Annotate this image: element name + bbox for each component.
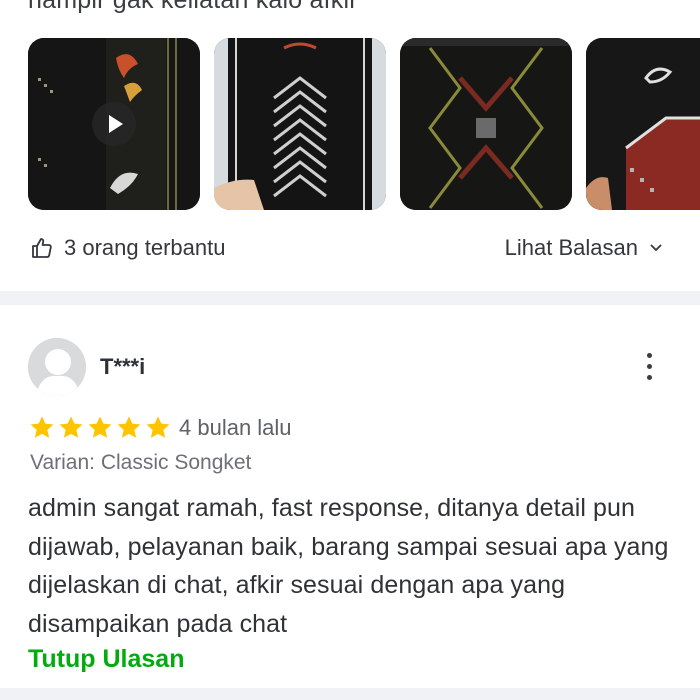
section-divider <box>0 688 700 700</box>
review-photo-thumbnail[interactable] <box>214 38 386 210</box>
review-video-thumbnail[interactable] <box>28 38 200 210</box>
rating-row: 4 bulan lalu <box>28 414 292 442</box>
play-icon[interactable] <box>92 102 136 146</box>
more-dot-icon <box>646 364 652 369</box>
collapse-review-button[interactable]: Tutup Ulasan <box>28 645 184 674</box>
helpful-count-label: 3 orang terbantu <box>64 235 226 260</box>
more-dot-icon <box>646 375 652 380</box>
star-icon <box>88 416 112 438</box>
review-text: admin sangat ramah, fast response, ditan… <box>28 494 669 638</box>
star-icon <box>59 416 83 438</box>
more-dot-icon <box>646 353 652 358</box>
see-replies-label: Lihat Balasan <box>504 235 638 260</box>
star-icon <box>30 416 54 438</box>
review-media-strip <box>28 38 700 210</box>
default-user-icon <box>28 338 86 396</box>
chevron-down-icon <box>650 244 662 252</box>
section-divider <box>0 291 700 305</box>
star-icon <box>146 416 170 438</box>
review-photo-thumbnail[interactable] <box>586 38 700 210</box>
review-time: 4 bulan lalu <box>179 415 292 440</box>
previous-review-text: hampir gak keliatan kalo afkir <box>28 0 358 14</box>
reviewer-name: T***i <box>100 354 146 379</box>
see-replies-button[interactable]: Lihat Balasan <box>505 235 664 261</box>
thumbs-up-icon <box>32 238 52 258</box>
product-variant: Varian: Classic Songket <box>30 451 252 474</box>
star-icon <box>117 416 141 438</box>
songket-fabric-image <box>400 38 572 210</box>
songket-fabric-image <box>586 38 700 210</box>
more-options-button[interactable] <box>642 350 656 384</box>
avatar[interactable] <box>28 338 86 396</box>
songket-fabric-image <box>214 38 386 210</box>
helpful-button[interactable]: 3 orang terbantu <box>30 235 225 261</box>
review-photo-thumbnail[interactable] <box>400 38 572 210</box>
